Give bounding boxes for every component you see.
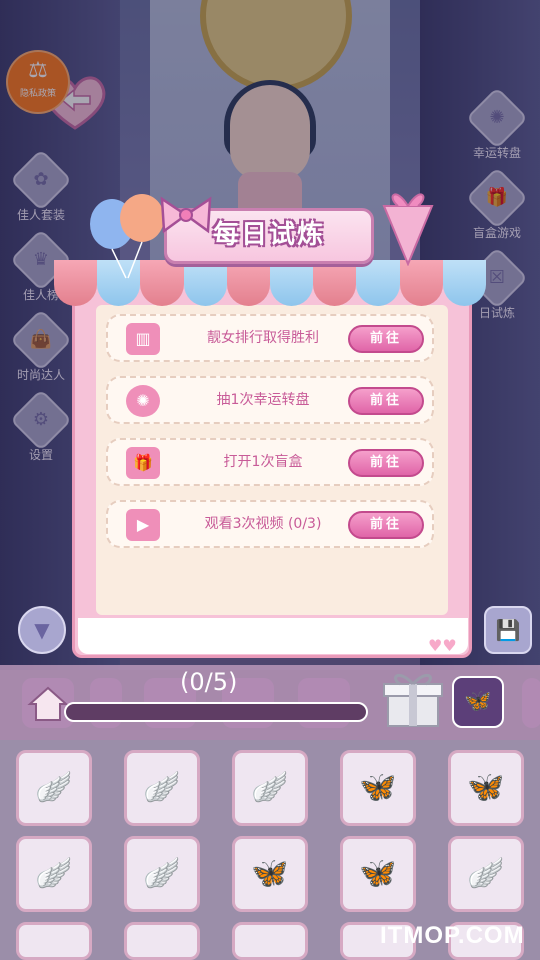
task-label: 抽1次幸运转盘 (216, 392, 310, 408)
wings-icon: 🦋 (464, 689, 492, 714)
hearts-icon: ♥♥ (428, 636, 457, 655)
task-row: ▥ 靓女排行取得胜利 前往 (106, 314, 434, 362)
category-more-tab[interactable] (522, 678, 540, 728)
gift-bouquet-icon (382, 193, 434, 266)
watermark: ITMOP.COM (380, 922, 525, 949)
go-button[interactable]: 前往 (348, 511, 424, 539)
wing-item[interactable]: 🪽 (448, 836, 524, 912)
wing-item[interactable] (232, 922, 308, 960)
home-icon (27, 686, 69, 721)
task-row: 🎁 打开1次盲盒 前往 (106, 438, 434, 486)
video-icon: ▶ (126, 509, 160, 541)
dialog-title: 每日试炼 (212, 220, 325, 250)
wing-item[interactable]: 🦋 (340, 750, 416, 826)
chevron-down-button[interactable]: ▼ (18, 606, 66, 654)
gift-icon: 🎁 (126, 447, 160, 479)
home-button[interactable] (22, 678, 74, 728)
task-label: 打开1次盲盒 (223, 454, 303, 470)
task-label: 靓女排行取得胜利 (207, 330, 319, 346)
wing-item[interactable]: 🦋 (232, 836, 308, 912)
go-button[interactable]: 前往 (348, 387, 424, 415)
wing-item[interactable]: 🪽 (232, 750, 308, 826)
podium-icon: ▥ (126, 323, 160, 355)
task-row: ✺ 抽1次幸运转盘 前往 (106, 376, 434, 424)
wheel-icon: ✺ (126, 385, 160, 417)
wing-item[interactable]: 🦋 (340, 836, 416, 912)
wing-item[interactable]: 🪽 (16, 836, 92, 912)
progress-count: (0/5) (180, 668, 238, 696)
category-wings-tab[interactable]: 🦋 (452, 676, 504, 728)
save-icon: 💾 (495, 618, 521, 642)
go-button[interactable]: 前往 (348, 325, 424, 353)
wing-item[interactable] (16, 922, 92, 960)
reward-gift-box-button[interactable] (378, 662, 448, 732)
save-button[interactable]: 💾 (484, 606, 532, 654)
task-row: ▶ 观看3次视频 (0/3) 前往 (106, 500, 434, 548)
dialog-lace-footer (78, 618, 468, 654)
wing-item[interactable]: 🪽 (124, 836, 200, 912)
progress-bar (64, 702, 368, 722)
wing-item[interactable]: 🦋 (448, 750, 524, 826)
wing-item[interactable]: 🪽 (16, 750, 92, 826)
wing-item[interactable]: 🪽 (124, 750, 200, 826)
chevron-down-icon: ▼ (34, 618, 50, 642)
go-button[interactable]: 前往 (348, 449, 424, 477)
task-label: 观看3次视频 (0/3) (204, 516, 322, 532)
wing-item[interactable] (124, 922, 200, 960)
